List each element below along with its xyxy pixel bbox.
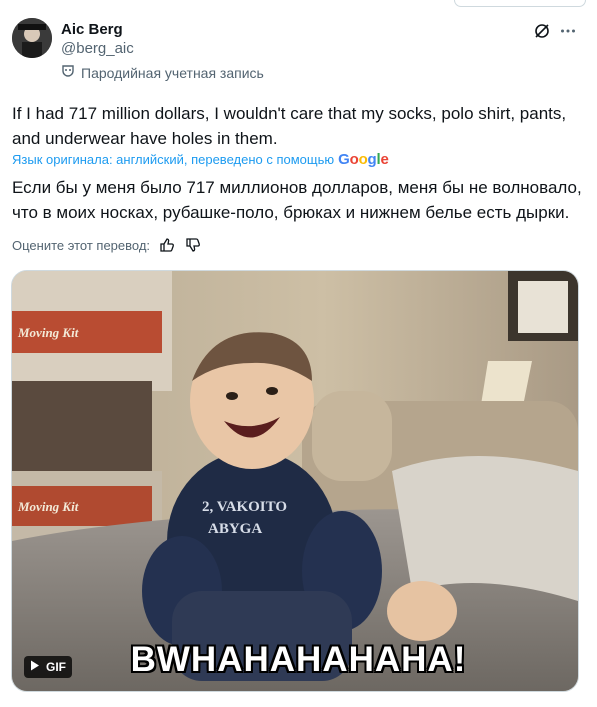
translation-source-label[interactable]: Язык оригинала: английский, переведено с…	[12, 152, 334, 167]
translated-text: Если бы у меня было 717 миллионов доллар…	[12, 178, 582, 222]
gif-badge-label: GIF	[46, 660, 66, 674]
author-handle[interactable]: @berg_aic	[61, 40, 134, 57]
thumbs-down-icon[interactable]	[184, 236, 202, 254]
author-name[interactable]: Aic Berg	[61, 21, 123, 38]
avatar[interactable]	[12, 18, 52, 58]
gif-frame: Moving Kit Moving Kit 2, VAKOITO ABYGA	[12, 271, 578, 691]
box-label-1: Moving Kit	[17, 325, 79, 340]
gif-badge[interactable]: GIF	[24, 656, 72, 678]
parody-mask-icon	[61, 64, 75, 81]
play-icon	[30, 660, 40, 674]
gif-media[interactable]: Moving Kit Moving Kit 2, VAKOITO ABYGA	[11, 270, 579, 692]
translation-source[interactable]: Язык оригинала: английский, переведено с…	[12, 151, 389, 168]
parody-label-text: Пародийная учетная запись	[81, 64, 264, 81]
grok-icon[interactable]	[532, 21, 552, 41]
top-panel-edge	[454, 0, 586, 7]
tweet-text: If I had 717 million dollars, I wouldn't…	[12, 104, 567, 148]
rate-translation: Оцените этот перевод:	[12, 236, 202, 254]
rate-translation-label: Оцените этот перевод:	[12, 237, 151, 253]
shirt-text-2: ABYGA	[208, 521, 262, 537]
thumbs-up-icon[interactable]	[158, 236, 176, 254]
parody-account-label: Пародийная учетная запись	[61, 64, 264, 81]
google-logo: Google	[338, 151, 389, 168]
shirt-text-1: 2, VAKOITO	[202, 499, 287, 515]
box-label-2: Moving Kit	[17, 499, 79, 514]
more-icon[interactable]	[558, 21, 578, 41]
